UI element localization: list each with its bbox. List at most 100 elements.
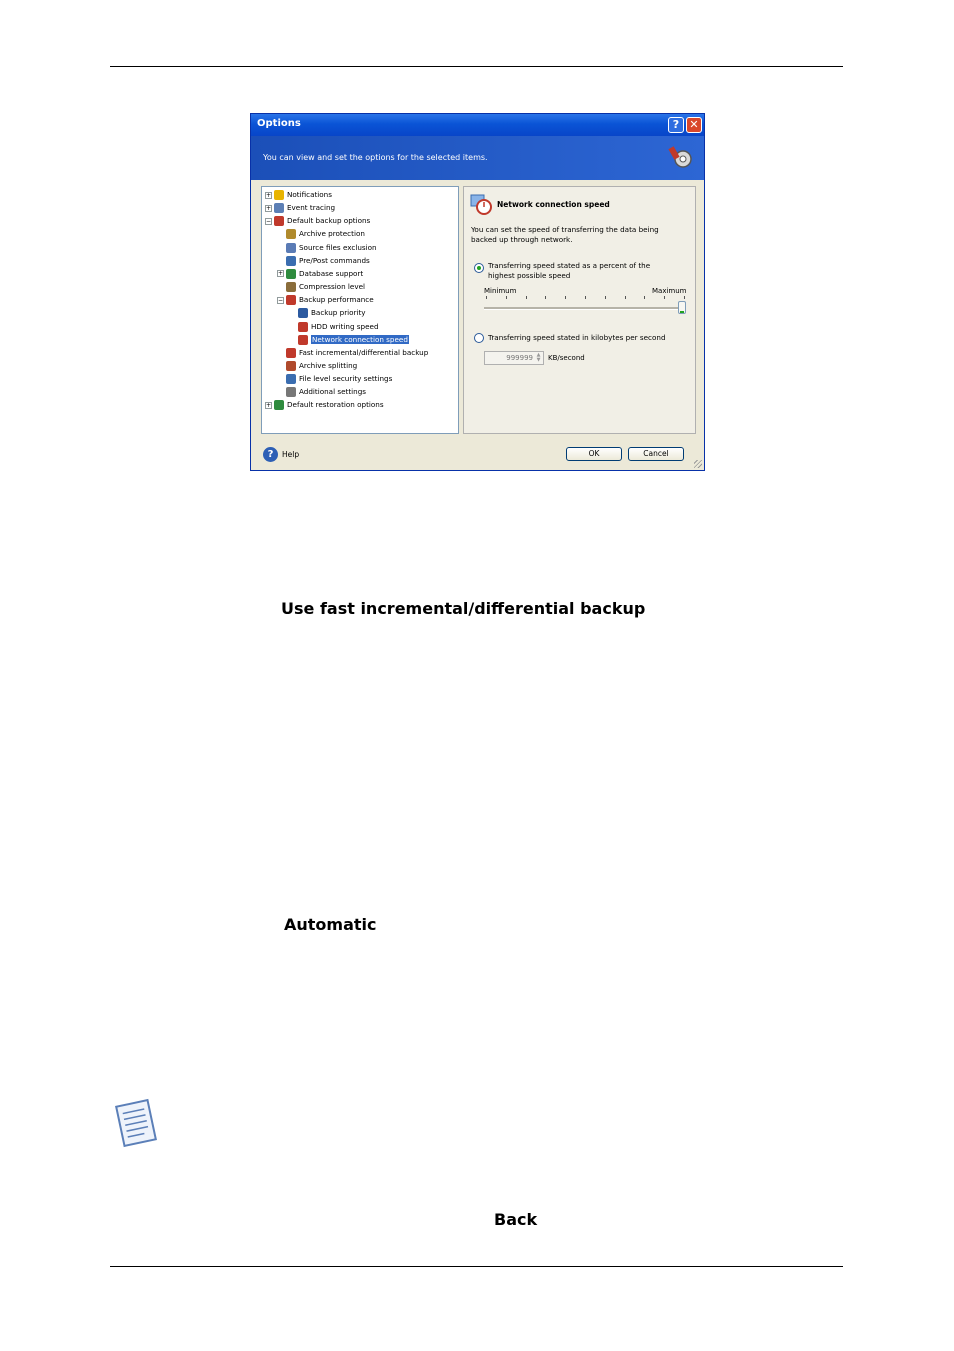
tree-item[interactable]: Fast incremental/differential backup bbox=[277, 347, 428, 359]
tree-item-label: Database support bbox=[299, 268, 364, 278]
tree-item[interactable]: Network connection speed bbox=[289, 334, 409, 346]
tree-item[interactable]: File level security settings bbox=[277, 373, 392, 385]
tree-item-label: Additional settings bbox=[299, 387, 367, 397]
shield-icon bbox=[286, 268, 296, 279]
tree-item[interactable]: Archive splitting bbox=[277, 360, 357, 372]
header-rule bbox=[110, 66, 843, 67]
gear-icon bbox=[286, 387, 296, 398]
speed-slider-thumb[interactable] bbox=[678, 301, 686, 314]
tree-item[interactable]: Archive protection bbox=[277, 228, 365, 240]
slider-tick bbox=[624, 296, 626, 299]
tree-item[interactable]: + Event tracing bbox=[265, 202, 335, 214]
tree-item-label: Archive protection bbox=[299, 229, 365, 239]
close-button[interactable]: ✕ bbox=[686, 117, 702, 133]
tree-item[interactable]: + Notifications bbox=[265, 189, 332, 201]
panel-heading: Network connection speed bbox=[497, 200, 610, 209]
slider-tick bbox=[505, 296, 507, 299]
tree-item-label: Archive splitting bbox=[299, 360, 358, 370]
banner-text: You can view and set the options for the… bbox=[263, 153, 488, 162]
expander-icon[interactable]: + bbox=[277, 270, 284, 278]
expander-icon[interactable]: + bbox=[265, 401, 272, 409]
kb-spinbox[interactable]: 999999 ▲ ▼ bbox=[484, 351, 544, 365]
gauge-icon bbox=[298, 334, 308, 345]
kb-value: 999999 bbox=[506, 354, 533, 362]
expander-icon[interactable]: − bbox=[265, 217, 272, 225]
tree-item[interactable]: + Default restoration options bbox=[265, 399, 384, 411]
slider-tick bbox=[545, 296, 547, 299]
title-bar: Options ? ✕ bbox=[251, 114, 704, 136]
split-icon bbox=[286, 360, 296, 371]
resize-grip[interactable] bbox=[694, 460, 702, 468]
tree-item[interactable]: Additional settings bbox=[277, 386, 366, 398]
cancel-button[interactable]: Cancel bbox=[628, 447, 684, 461]
tree-item-label: Backup priority bbox=[311, 308, 366, 318]
speed-slider-track[interactable] bbox=[484, 307, 686, 310]
slider-tick bbox=[664, 296, 666, 299]
tree-item-label: Backup performance bbox=[299, 295, 374, 305]
tree-item[interactable]: − Backup performance bbox=[277, 294, 374, 306]
tree-item[interactable]: Backup priority bbox=[289, 307, 366, 319]
heading-automatic: Automatic bbox=[284, 915, 377, 934]
settings-panel: Network connection speed You can set the… bbox=[463, 186, 696, 434]
ok-button[interactable]: OK bbox=[566, 447, 622, 461]
help-link[interactable]: Help bbox=[282, 450, 299, 459]
tree-item[interactable]: HDD writing speed bbox=[289, 321, 379, 333]
fast-backup-icon bbox=[286, 347, 296, 358]
tree-item-label: Compression level bbox=[299, 282, 366, 292]
priority-icon bbox=[298, 308, 308, 319]
tree-item[interactable]: Source files exclusion bbox=[277, 242, 377, 254]
tree-item-label: Pre/Post commands bbox=[299, 255, 370, 265]
expander-icon[interactable]: + bbox=[265, 191, 272, 199]
tree-item-label: Event tracing bbox=[287, 203, 336, 213]
tree-item-label: Source files exclusion bbox=[299, 242, 377, 252]
expander-icon[interactable]: − bbox=[277, 296, 284, 304]
help-button-titlebar[interactable]: ? bbox=[668, 117, 684, 133]
tree-item-label: Default restoration options bbox=[287, 400, 384, 410]
tree-item-label: File level security settings bbox=[299, 374, 393, 384]
command-icon bbox=[286, 255, 296, 266]
gauge-icon bbox=[298, 321, 308, 332]
spin-arrows-icon[interactable]: ▲ ▼ bbox=[535, 353, 542, 363]
word-back: Back bbox=[494, 1210, 538, 1229]
percent-option-label: Transferring speed stated as a percent o… bbox=[488, 261, 651, 280]
percent-radio[interactable] bbox=[474, 263, 484, 273]
tree-item[interactable]: Pre/Post commands bbox=[277, 255, 370, 267]
slider-max-label: Maximum bbox=[652, 287, 687, 295]
slider-tick bbox=[585, 296, 586, 299]
kb-radio[interactable] bbox=[474, 333, 484, 343]
slider-tick bbox=[525, 296, 527, 299]
slider-tick bbox=[486, 296, 487, 299]
options-gear-icon bbox=[668, 146, 692, 168]
options-dialog: Options ? ✕ You can view and set the opt… bbox=[250, 113, 705, 471]
compression-icon bbox=[286, 282, 296, 293]
log-icon bbox=[274, 203, 284, 214]
slider-tick bbox=[604, 296, 606, 299]
dialog-banner: You can view and set the options for the… bbox=[251, 136, 704, 180]
panel-description: You can set the speed of transferring th… bbox=[471, 225, 659, 244]
slider-tick bbox=[684, 296, 685, 299]
tree-item-label: Default backup options bbox=[287, 216, 371, 226]
backup-options-icon bbox=[274, 216, 284, 227]
tree-item-label: Fast incremental/differential backup bbox=[299, 347, 429, 357]
slider-tick bbox=[644, 296, 646, 299]
heading-fast-backup: Use fast incremental/differential backup bbox=[281, 599, 646, 618]
help-icon[interactable]: ? bbox=[263, 447, 278, 462]
note-icon bbox=[115, 1098, 157, 1148]
kb-unit-label: KB/second bbox=[548, 354, 585, 362]
tree-item[interactable]: Compression level bbox=[277, 281, 365, 293]
options-tree[interactable]: + Notifications + Event tracing − Default bac… bbox=[261, 186, 459, 434]
tree-item[interactable]: − Default backup options bbox=[265, 215, 370, 227]
tree-item-label: Network connection speed bbox=[311, 334, 409, 344]
restore-options-icon bbox=[274, 400, 284, 411]
security-icon bbox=[286, 374, 296, 385]
tree-item-label: HDD writing speed bbox=[311, 321, 379, 331]
expander-icon[interactable]: + bbox=[265, 204, 272, 212]
kb-option-label: Transferring speed stated in kilobytes p… bbox=[488, 333, 666, 342]
network-speed-icon bbox=[470, 194, 492, 215]
slider-min-label: Minimum bbox=[484, 287, 517, 295]
footer-rule bbox=[110, 1266, 843, 1267]
tree-item[interactable]: + Database support bbox=[277, 268, 363, 280]
gauge-icon bbox=[286, 295, 296, 306]
filter-icon bbox=[286, 242, 296, 253]
slider-tick bbox=[565, 296, 567, 299]
